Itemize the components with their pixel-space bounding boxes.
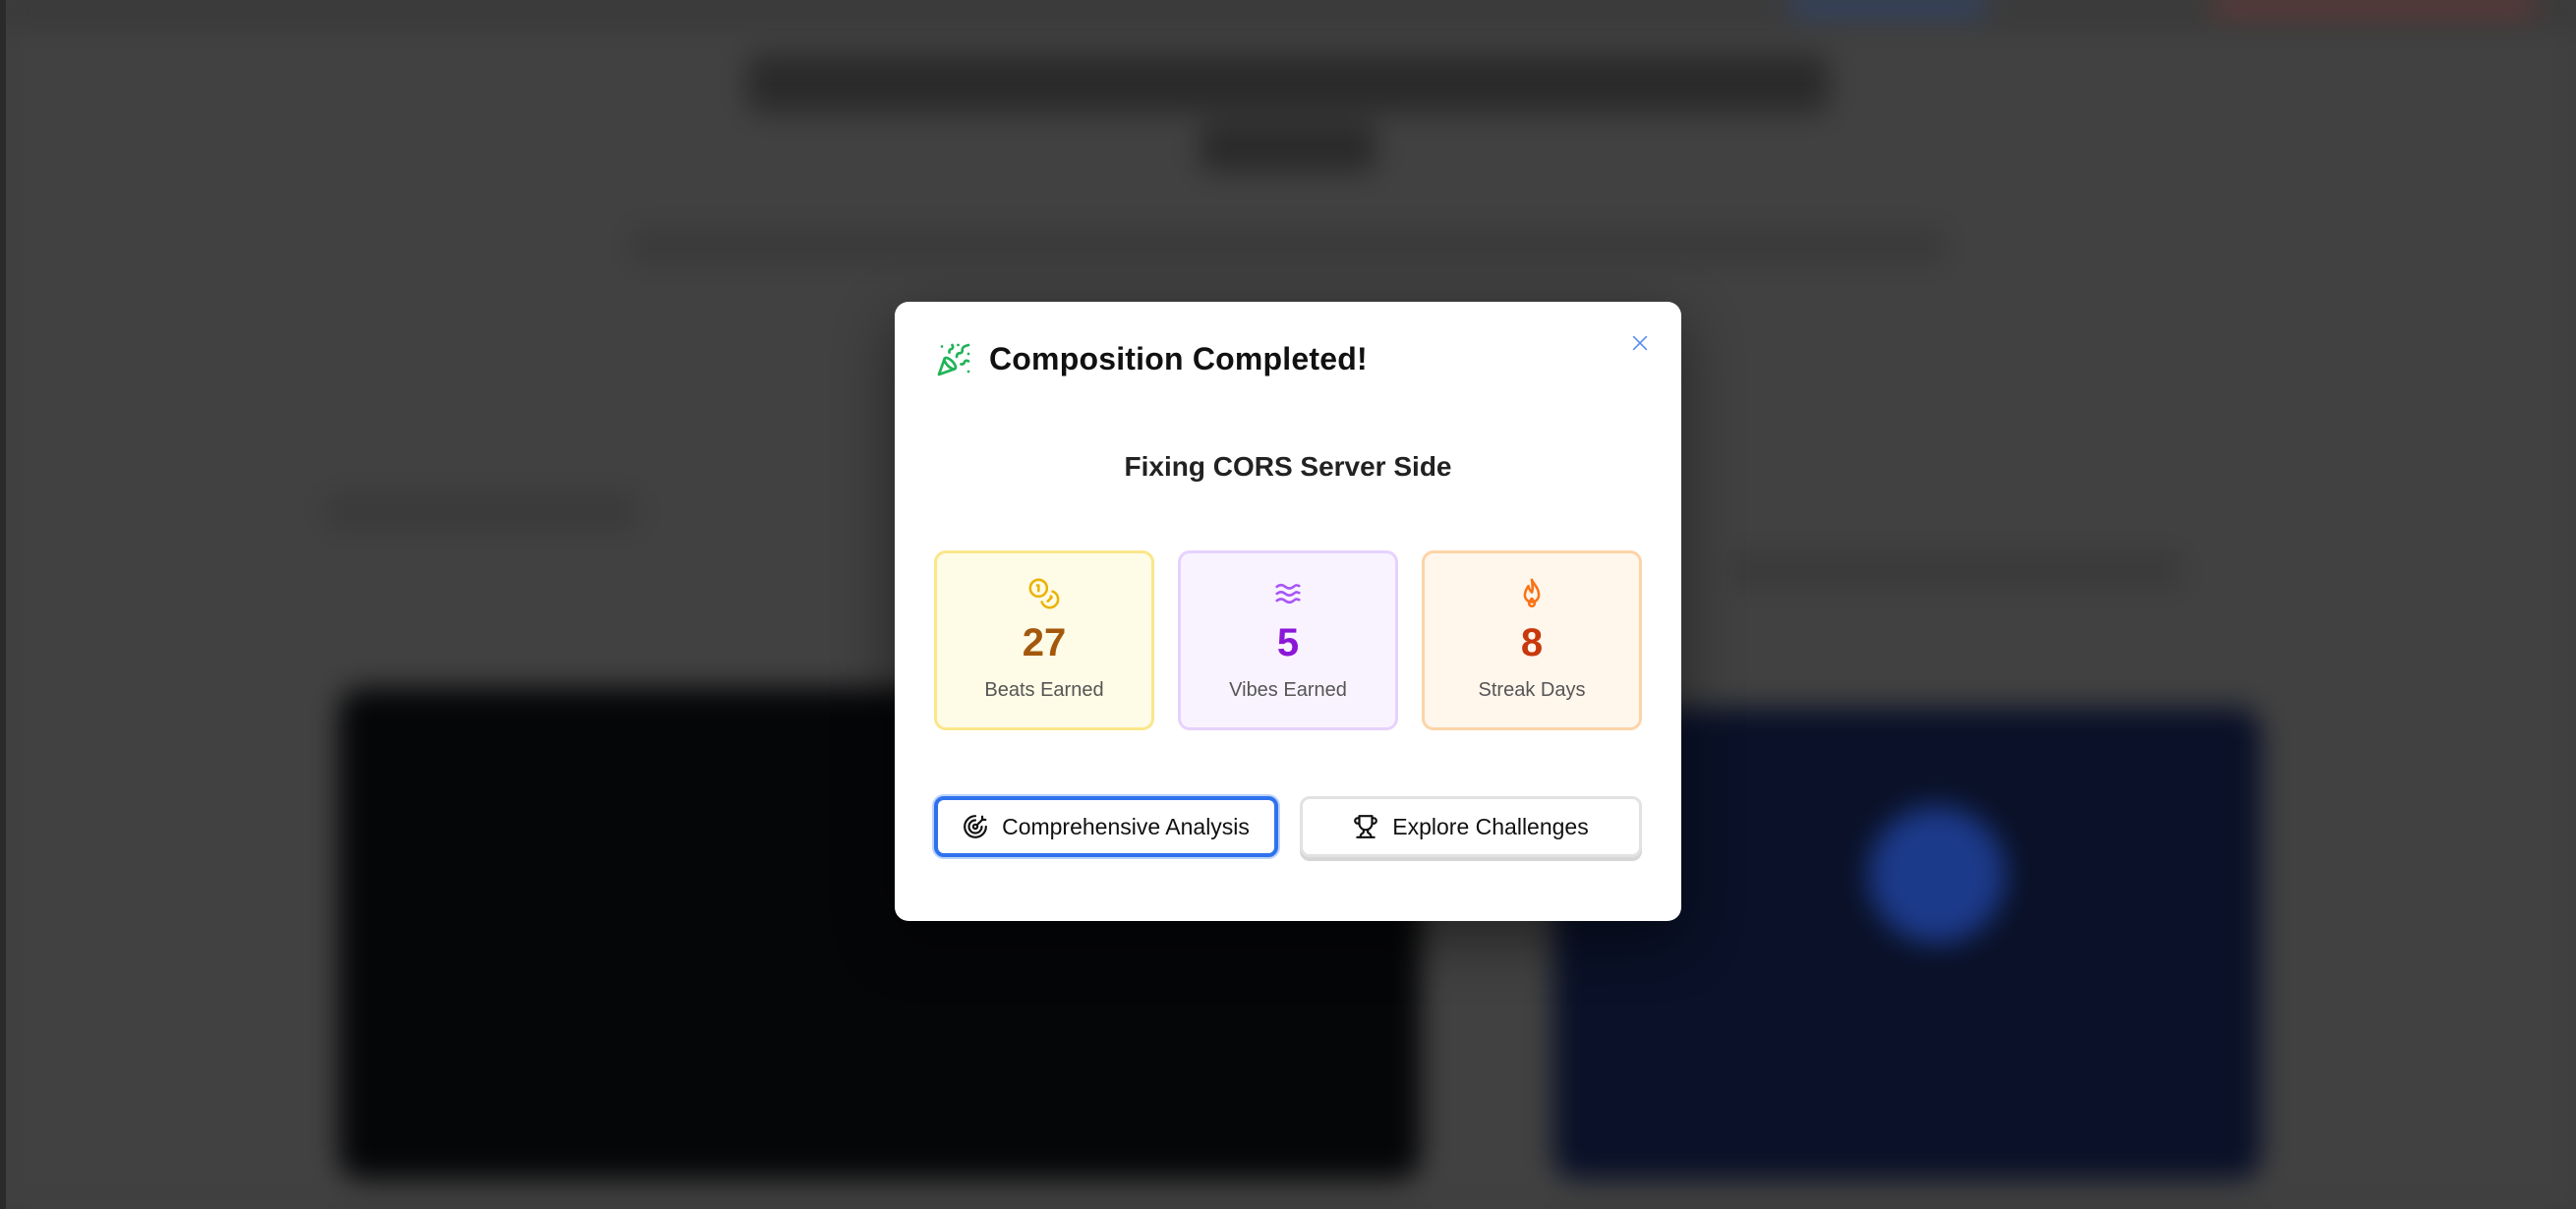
completion-modal: Composition Completed! Fixing CORS Serve…: [895, 302, 1681, 921]
stat-label: Streak Days: [1478, 679, 1586, 701]
modal-header: Composition Completed!: [936, 341, 1368, 377]
stat-value: 5: [1276, 621, 1300, 664]
background-title: [747, 54, 1829, 113]
stats-row: 27 Beats Earned 5 Vibes Earned 8 Streak …: [934, 550, 1642, 730]
modal-title: Composition Completed!: [989, 341, 1368, 376]
stat-card-vibes: 5 Vibes Earned: [1178, 550, 1398, 730]
coins-icon: [1028, 578, 1060, 609]
background-text: [629, 226, 1947, 265]
waves-icon: [1275, 583, 1301, 604]
explore-challenges-button[interactable]: Explore Challenges: [1300, 796, 1642, 857]
stat-label: Vibes Earned: [1229, 679, 1347, 701]
stat-value: 8: [1520, 621, 1544, 664]
background-button: [2212, 0, 2537, 12]
comprehensive-analysis-button[interactable]: Comprehensive Analysis: [934, 796, 1278, 857]
trophy-icon: [1354, 815, 1378, 838]
challenge-name: Fixing CORS Server Side: [1124, 451, 1452, 482]
target-icon: [964, 815, 987, 838]
stat-card-beats: 27 Beats Earned: [934, 550, 1154, 730]
stat-card-streak: 8 Streak Days: [1422, 550, 1642, 730]
background-text: [324, 491, 639, 531]
stat-value: 27: [1022, 621, 1067, 664]
comprehensive-analysis-label: Comprehensive Analysis: [1002, 813, 1250, 839]
background-text: [1730, 550, 2183, 590]
close-button[interactable]: [1624, 327, 1656, 359]
window-edge: [0, 0, 6, 1209]
background-topbar: [0, 0, 2576, 29]
modal-actions: Comprehensive Analysis Explore Challenge…: [934, 796, 1642, 857]
party-popper-icon: [937, 343, 970, 375]
flame-icon: [1523, 578, 1541, 608]
close-icon: [1632, 335, 1648, 351]
explore-challenges-label: Explore Challenges: [1392, 813, 1589, 839]
background-button: [1789, 0, 1986, 12]
stat-label: Beats Earned: [984, 679, 1104, 701]
background-glow: [1868, 806, 2006, 944]
background-subtitle: [1200, 123, 1376, 172]
